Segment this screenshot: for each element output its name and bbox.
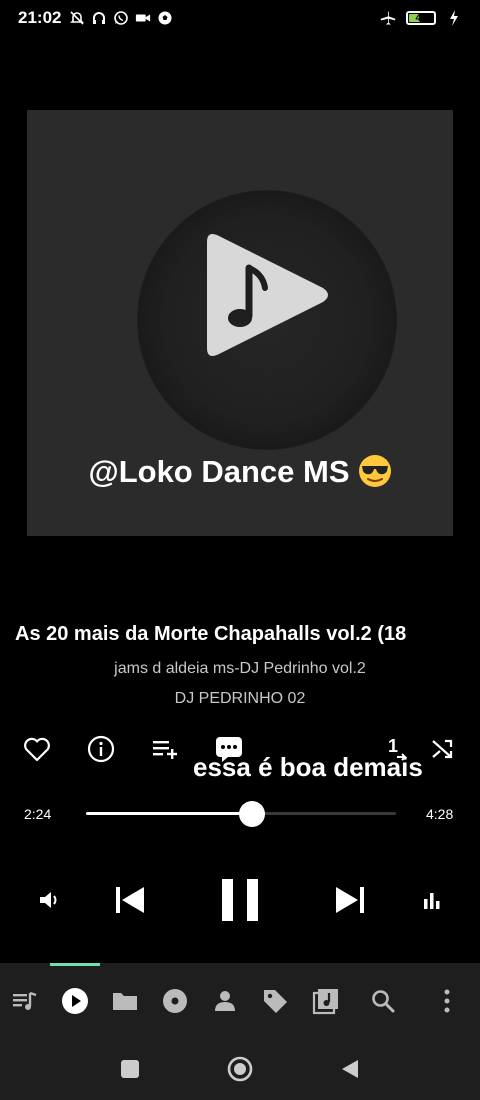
track-artist: DJ PEDRINHO 02 (174, 690, 306, 707)
shuffle-icon[interactable] (425, 731, 461, 767)
more-icon[interactable] (432, 986, 462, 1016)
artwork-overlay-text: @Loko Dance MS (27, 454, 453, 490)
folder-icon[interactable] (110, 986, 140, 1016)
playlist-add-icon[interactable] (147, 731, 183, 767)
bottom-nav (0, 963, 480, 1038)
heart-icon[interactable] (19, 731, 55, 767)
now-playing-icon[interactable] (60, 986, 90, 1016)
system-nav (0, 1038, 480, 1100)
battery-icon: 47 (406, 11, 436, 25)
soccer-icon (157, 10, 173, 26)
artist-icon[interactable] (210, 986, 240, 1016)
seek-handle[interactable] (239, 801, 266, 827)
track-album: jams d aldeia ms-DJ Pedrinho vol.2 (114, 660, 366, 677)
previous-icon[interactable] (113, 883, 147, 917)
status-time: 21:02 (18, 8, 62, 27)
airplane-icon (380, 10, 396, 26)
artwork-overlay-label: @Loko Dance MS (88, 454, 350, 489)
charging-icon (446, 10, 462, 26)
comment-overlay-text: essa é boa demais (193, 752, 423, 782)
status-bar: 21:02 47 (0, 0, 480, 36)
mute-icon (69, 10, 85, 26)
home-icon[interactable] (227, 1056, 253, 1082)
tag-icon[interactable] (260, 986, 290, 1016)
total-time: 4:28 (426, 806, 454, 822)
transport-controls (0, 870, 480, 930)
battery-level: 47 (415, 12, 427, 24)
seek-progress (86, 812, 253, 815)
recent-apps-icon[interactable] (117, 1056, 143, 1082)
album-icon[interactable] (160, 986, 190, 1016)
whatsapp-icon (113, 10, 129, 26)
album-artwork: @Loko Dance MS (27, 110, 453, 536)
next-icon[interactable] (333, 883, 367, 917)
sunglasses-emoji-icon (358, 455, 391, 487)
queue-icon[interactable] (10, 986, 40, 1016)
playlist-icon[interactable] (311, 986, 341, 1016)
back-icon[interactable] (337, 1056, 363, 1082)
track-title: As 20 mais da Morte Chapahalls vol.2 (18 (15, 623, 407, 645)
seek-bar[interactable] (86, 801, 396, 827)
pause-icon[interactable] (218, 876, 262, 924)
equalizer-icon[interactable] (418, 886, 446, 914)
active-tab-indicator (50, 963, 100, 966)
video-icon (135, 10, 151, 26)
info-icon[interactable] (83, 731, 119, 767)
music-play-icon (207, 234, 328, 356)
search-icon[interactable] (368, 986, 398, 1016)
volume-icon[interactable] (35, 886, 63, 914)
headphones-icon (91, 10, 107, 26)
current-time: 2:24 (24, 806, 52, 822)
